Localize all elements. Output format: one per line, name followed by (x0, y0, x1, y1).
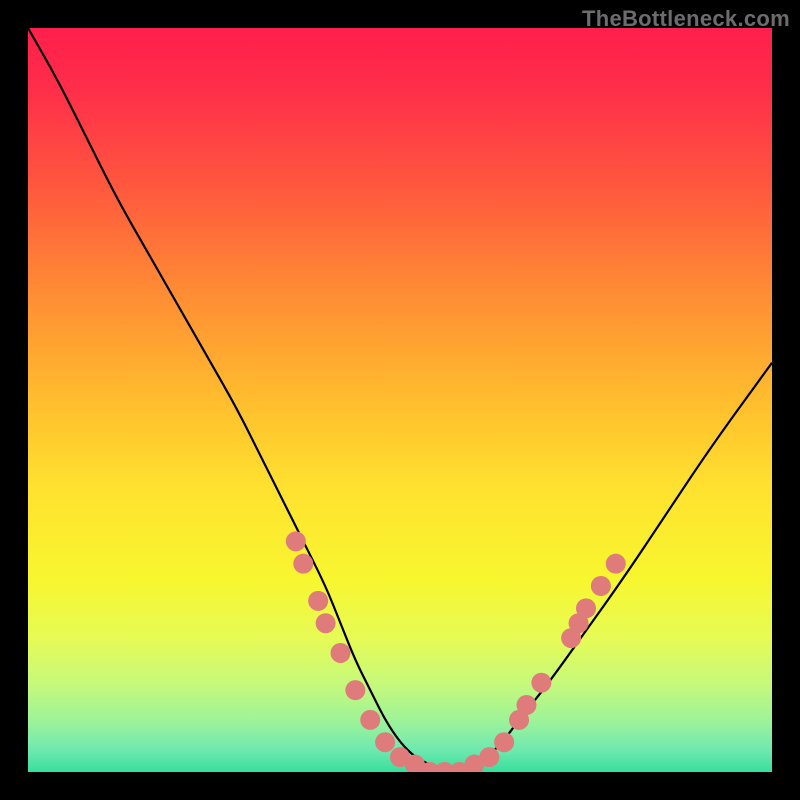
data-point (494, 732, 514, 752)
data-point (375, 732, 395, 752)
data-point (360, 710, 380, 730)
scatter-points (286, 531, 626, 772)
chart-container: TheBottleneck.com (0, 0, 800, 800)
data-point (330, 643, 350, 663)
data-point (516, 695, 536, 715)
data-point (316, 613, 336, 633)
curve-layer (28, 28, 772, 772)
data-point (531, 673, 551, 693)
bottleneck-curve (28, 28, 772, 772)
data-point (308, 591, 328, 611)
data-point (606, 554, 626, 574)
data-point (286, 531, 306, 551)
plot-area (28, 28, 772, 772)
data-point (293, 554, 313, 574)
data-point (345, 680, 365, 700)
data-point (576, 598, 596, 618)
data-point (591, 576, 611, 596)
data-point (479, 747, 499, 767)
